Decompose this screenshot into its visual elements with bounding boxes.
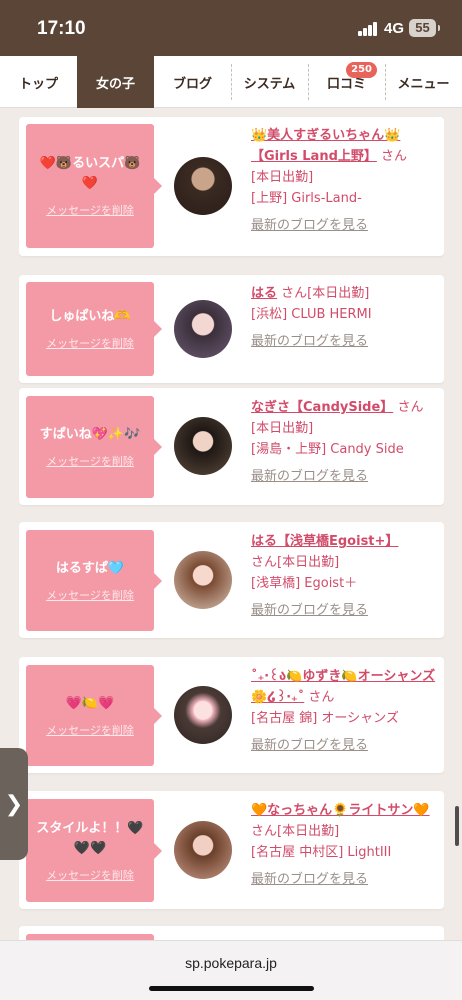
message-bubble: しゅぱいね🫶 メッセージを削除 (26, 282, 162, 376)
scrollbar[interactable] (455, 806, 459, 846)
work-status: [本日出勤] (277, 824, 340, 839)
message-text: しゅぱいね🫶 (49, 309, 131, 324)
girl-info: はる【浅草橋Egoist+】 さん[本日出勤] [浅草橋] Egoist＋ 最新… (251, 531, 441, 621)
status-bar: 17:10 4G 55 (0, 0, 462, 56)
honorific: さん (397, 400, 424, 415)
tab-top[interactable]: トップ (0, 56, 77, 108)
latest-blog-link[interactable]: 最新のブログを見る (251, 869, 441, 890)
list-item: スタイルよ！！🖤🖤🖤 メッセージを削除 🧡なっちゃん🌻ライトサン🧡 さん[本日出… (19, 791, 444, 909)
avatar[interactable] (174, 686, 232, 744)
avatar[interactable] (174, 417, 232, 475)
girl-info: ˚₊‧꒰ა🍋ゆずき🍋オーシャンズ🌼໒꒱‧₊˚ さん [名古屋 錦] オーシャンズ… (251, 666, 441, 756)
chevron-right-icon: ❯ (4, 791, 24, 817)
message-bubble: スタイルよ！！🖤🖤🖤 メッセージを削除 (26, 799, 162, 902)
girl-info: なぎさ【CandySide】 さん [本日出勤] [湯島・上野] Candy Si… (251, 397, 441, 487)
delete-message-link[interactable]: メッセージを削除 (46, 453, 134, 469)
list-item: しゅぱいね🫶 メッセージを削除 はる さん[本日出勤] [浜松] CLUB HE… (19, 275, 444, 383)
tab-label: 女の子 (95, 76, 135, 92)
message-text: ❤️🐻るいスパ🐻❤️ (39, 156, 141, 191)
message-text: 💗🍋💗 (65, 695, 115, 711)
tab-label: システム (243, 76, 296, 92)
list-item: はるすぱ🩵 メッセージを削除 はる【浅草橋Egoist+】 さん[本日出勤] [… (19, 522, 444, 638)
avatar[interactable] (174, 551, 232, 609)
girl-name-link[interactable]: 🧡なっちゃん🌻ライトサン🧡 (251, 803, 430, 818)
girl-name-link[interactable]: ˚₊‧꒰ა🍋ゆずき🍋オーシャンズ🌼໒꒱‧₊˚ (251, 669, 435, 705)
shop-name: [浜松] CLUB HERMI (251, 307, 372, 322)
latest-blog-link[interactable]: 最新のブログを見る (251, 735, 441, 756)
delete-message-link[interactable]: メッセージを削除 (46, 722, 134, 738)
list-item: 💗🍋💗 メッセージを削除 ˚₊‧꒰ა🍋ゆずき🍋オーシャンズ🌼໒꒱‧₊˚ さん [… (19, 657, 444, 773)
status-time: 17:10 (37, 18, 86, 39)
tab-label: メニュー (397, 76, 450, 92)
shop-name: [名古屋 中村区] LightIII (251, 845, 392, 860)
girl-name-link[interactable]: なぎさ【CandySide】 (251, 400, 393, 415)
url-text: sp.pokepara.jp (185, 955, 277, 971)
girl-info: 👑美人すぎるいちゃん👑【Girls Land上野】 さん [本日出勤] [上野]… (251, 125, 441, 236)
honorific: さん (308, 690, 335, 705)
girl-name-link[interactable]: はる【浅草橋Egoist+】 (251, 534, 398, 549)
honorific: さん (251, 824, 278, 839)
list-item: ❤️🐻るいスパ🐻❤️ メッセージを削除 👑美人すぎるいちゃん👑【Girls La… (19, 117, 444, 256)
message-bubble: ❤️🐻るいスパ🐻❤️ メッセージを削除 (26, 124, 162, 248)
shop-name: [名古屋 錦] オーシャンズ (251, 711, 399, 726)
work-status: [本日出勤] (251, 421, 314, 436)
browser-url-bar[interactable]: sp.pokepara.jp (0, 940, 462, 1000)
tab-blog[interactable]: ブログ (154, 56, 231, 108)
reviews-count-badge: 250 (346, 62, 377, 78)
tab-label: ブログ (172, 76, 212, 92)
home-indicator[interactable] (149, 986, 314, 991)
message-text: すぱいね💖✨🎶 (39, 427, 141, 442)
tab-label: トップ (18, 76, 58, 92)
latest-blog-link[interactable]: 最新のブログを見る (251, 600, 441, 621)
message-bubble: 💗🍋💗 メッセージを削除 (26, 665, 162, 766)
message-list: ❤️🐻るいスパ🐻❤️ メッセージを削除 👑美人すぎるいちゃん👑【Girls La… (19, 108, 444, 940)
avatar[interactable] (174, 300, 232, 358)
work-status: [本日出勤] (277, 555, 340, 570)
avatar[interactable] (174, 157, 232, 215)
message-text: はるすぱ🩵 (55, 560, 125, 576)
message-text: スタイルよ！！🖤🖤🖤 (36, 820, 144, 856)
latest-blog-link[interactable]: 最新のブログを見る (251, 215, 441, 236)
shop-name: [湯島・上野] Candy Side (251, 442, 404, 457)
latest-blog-link[interactable]: 最新のブログを見る (251, 466, 441, 487)
delete-message-link[interactable]: メッセージを削除 (46, 335, 134, 351)
message-bubble: はるすぱ🩵 メッセージを削除 (26, 530, 162, 631)
signal-icon (358, 22, 380, 36)
girl-info: 🧡なっちゃん🌻ライトサン🧡 さん[本日出勤] [名古屋 中村区] LightII… (251, 800, 441, 890)
battery-icon: 55 (409, 19, 440, 37)
message-bubble: すぱいね💖✨🎶 メッセージを削除 (26, 396, 162, 498)
nav-bar: トップ 女の子 ブログ システム 口コミ 250 メニュー (0, 56, 462, 108)
side-drawer-toggle[interactable]: ❯ (0, 748, 28, 860)
tab-menu[interactable]: メニュー (385, 56, 462, 108)
delete-message-link[interactable]: メッセージを削除 (46, 202, 134, 218)
work-status: [本日出勤] (307, 286, 370, 301)
shop-name: [浅草橋] Egoist＋ (251, 576, 358, 591)
delete-message-link[interactable]: メッセージを削除 (46, 587, 134, 603)
work-status: [本日出勤] (251, 170, 314, 185)
honorific: さん (281, 286, 308, 301)
honorific: さん (381, 149, 408, 164)
list-item (19, 926, 444, 940)
avatar[interactable] (174, 821, 232, 879)
delete-message-link[interactable]: メッセージを削除 (46, 867, 134, 883)
network-label: 4G (384, 20, 405, 37)
girl-info: はる さん[本日出勤] [浜松] CLUB HERMI 最新のブログを見る (251, 283, 441, 352)
tab-reviews[interactable]: 口コミ 250 (308, 56, 385, 108)
honorific: さん (251, 555, 278, 570)
girl-name-link[interactable]: はる (251, 286, 277, 301)
list-item: すぱいね💖✨🎶 メッセージを削除 なぎさ【CandySide】 さん [本日出勤]… (19, 388, 444, 505)
tab-girls[interactable]: 女の子 (77, 56, 154, 108)
tab-system[interactable]: システム (231, 56, 308, 108)
girl-name-link[interactable]: 👑美人すぎるいちゃん👑【Girls Land上野】 (251, 128, 400, 164)
latest-blog-link[interactable]: 最新のブログを見る (251, 331, 441, 352)
shop-name: [上野] Girls-Land- (251, 191, 362, 206)
